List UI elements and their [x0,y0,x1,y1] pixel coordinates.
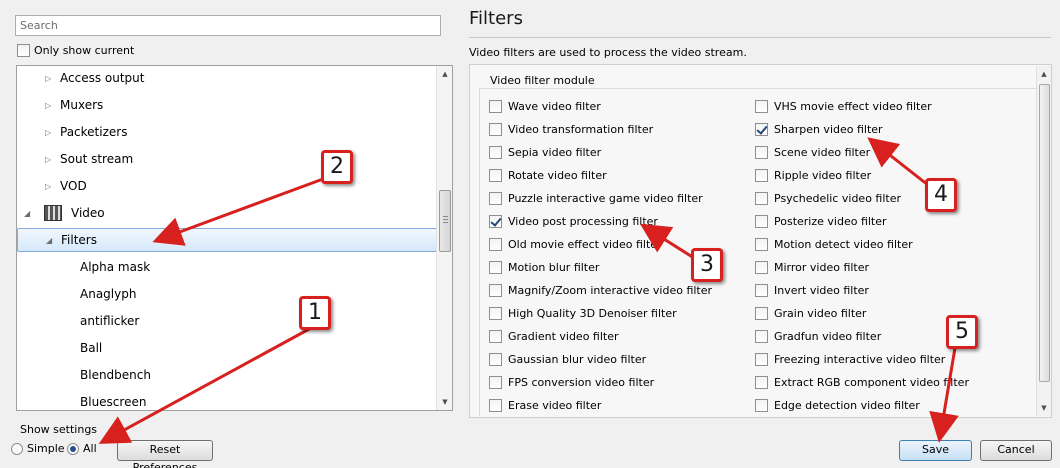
arrow-3 [639,223,695,260]
arrow-5 [929,347,959,443]
annotation-marker-5: 5 [946,315,978,349]
annotation-arrows [98,137,959,444]
arrow-4 [867,137,929,187]
arrow-1 [98,326,312,444]
annotation-marker-2: 2 [321,150,353,184]
annotation-marker-4: 4 [925,178,957,212]
annotation-marker-1: 1 [299,296,331,330]
annotation-marker-3: 3 [691,248,723,282]
arrow-2 [152,177,324,246]
